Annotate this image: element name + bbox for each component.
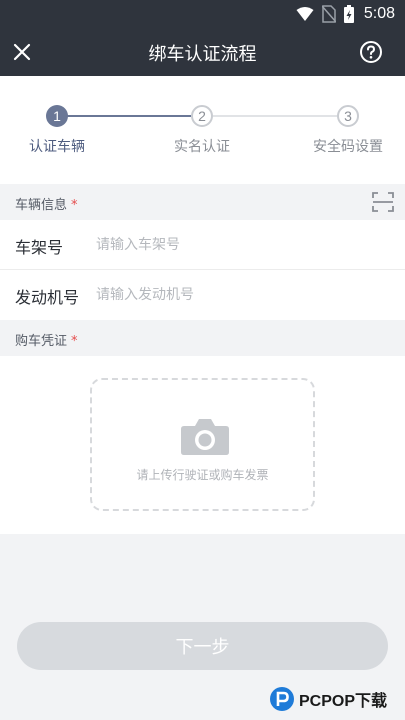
frame-number-row: 车架号: [0, 220, 405, 270]
step-indicator: 1 2 3 认证车辆 实名认证 安全码设置: [0, 76, 405, 184]
page-title: 绑车认证流程: [148, 44, 257, 65]
step-1-number: 1: [53, 108, 61, 124]
watermark-text: PCPOP下载: [299, 693, 388, 710]
title-bar: 绑车认证流程: [0, 28, 405, 76]
status-icons: 5:08: [296, 5, 395, 23]
frame-number-input[interactable]: [96, 230, 386, 260]
status-time: 5:08: [363, 5, 395, 22]
engine-number-label: 发动机号: [15, 288, 80, 307]
wifi-icon: [296, 7, 314, 21]
status-bar: 5:08: [0, 0, 405, 28]
upload-area: 请上传行驶证或购车发票: [0, 356, 405, 534]
step-3-label: 安全码设置: [313, 139, 383, 155]
step-1-label: 认证车辆: [29, 139, 85, 155]
required-mark: *: [71, 334, 78, 349]
step-3-circle: 3: [337, 105, 359, 127]
step-line-active: [67, 115, 191, 117]
step-2-circle: 2: [191, 105, 213, 127]
camera-icon: [181, 419, 229, 455]
battery-charging-icon: [343, 5, 354, 23]
purchase-section-title: 购车凭证 *: [15, 330, 78, 349]
frame-number-label: 车架号: [15, 238, 64, 257]
engine-number-input[interactable]: [96, 280, 386, 310]
vehicle-section-title-text: 车辆信息: [15, 198, 68, 213]
help-icon[interactable]: [359, 40, 383, 64]
required-mark: *: [71, 198, 78, 213]
step-1-circle: 1: [46, 105, 68, 127]
step-line-inactive: [213, 115, 337, 117]
no-sim-icon: [321, 5, 336, 23]
watermark: PCPOP下载: [269, 684, 399, 718]
vehicle-section-title: 车辆信息 *: [15, 194, 78, 213]
upload-photo-box[interactable]: 请上传行驶证或购车发票: [90, 378, 315, 511]
engine-number-row: 发动机号: [0, 270, 405, 320]
next-step-button[interactable]: 下一步: [17, 622, 388, 670]
purchase-section-header: 购车凭证 *: [0, 320, 405, 356]
vehicle-section-header: 车辆信息 *: [0, 184, 405, 220]
step-3-number: 3: [344, 108, 352, 124]
step-2-label: 实名认证: [174, 139, 230, 155]
step-2-number: 2: [198, 108, 206, 124]
pcpop-logo-icon: [270, 687, 294, 711]
purchase-section-title-text: 购车凭证: [15, 334, 68, 349]
upload-hint: 请上传行驶证或购车发票: [136, 468, 269, 482]
scan-icon[interactable]: [371, 190, 395, 214]
